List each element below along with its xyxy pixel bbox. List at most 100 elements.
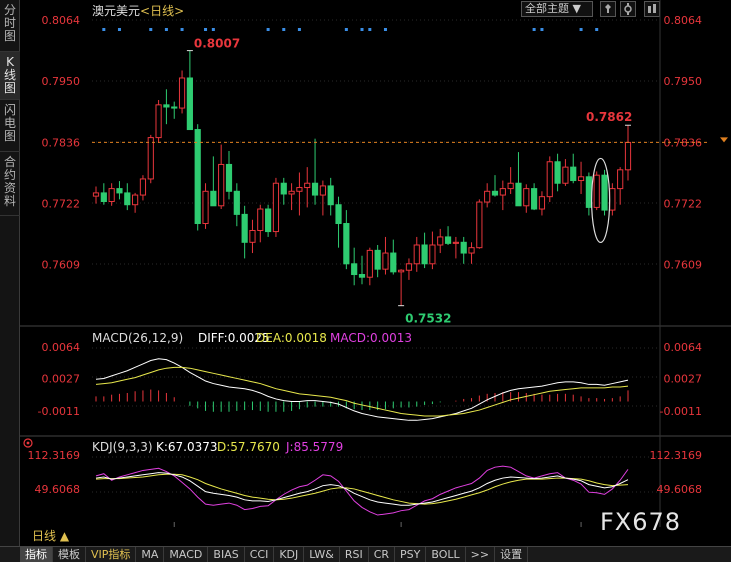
candle-body bbox=[351, 263, 358, 276]
candle-body bbox=[585, 176, 592, 208]
macd-dea-legend: DEA:0.0018 bbox=[256, 331, 327, 345]
kdj-tick-label-left: 112.3169 bbox=[28, 449, 81, 462]
candle-body bbox=[421, 244, 428, 265]
signal-dot-icon bbox=[117, 28, 121, 31]
toolbar-tab-6[interactable]: CCI bbox=[245, 547, 275, 562]
candle-body bbox=[476, 201, 483, 249]
toolbar-tab-2[interactable]: VIP指标 bbox=[86, 547, 137, 562]
candle-body bbox=[358, 274, 366, 278]
toolbar-tab-10[interactable]: CR bbox=[369, 547, 396, 562]
candle-body bbox=[280, 182, 287, 195]
price-tick-label-right: 0.7722 bbox=[664, 198, 703, 211]
toolbar-tab-11[interactable]: PSY bbox=[395, 547, 427, 562]
macd-title: MACD(26,12,9) bbox=[92, 331, 183, 345]
candle-body bbox=[272, 182, 280, 233]
price-tick-label-left: 0.7722 bbox=[42, 198, 81, 211]
tab-time-share[interactable]: 分时图 bbox=[0, 0, 20, 52]
toolbar-tab-8[interactable]: LW& bbox=[304, 547, 340, 562]
candle-body bbox=[609, 188, 616, 211]
candle-body bbox=[617, 169, 624, 190]
toolbar-tab-9[interactable]: RSI bbox=[340, 547, 369, 562]
price-tick-label-left: 0.7609 bbox=[42, 258, 81, 271]
candle-body bbox=[147, 137, 154, 180]
candle-body bbox=[257, 208, 264, 231]
candle-body bbox=[132, 194, 139, 206]
toolbar-tab-7[interactable]: KDJ bbox=[274, 547, 305, 562]
candle-body bbox=[390, 252, 397, 273]
price-tick-label-left: 0.7950 bbox=[42, 75, 81, 88]
signal-dot-icon bbox=[149, 28, 153, 31]
toolbar-tab-4[interactable]: MACD bbox=[164, 547, 209, 562]
signal-dot-icon bbox=[266, 28, 270, 31]
signal-dot-icon bbox=[540, 28, 544, 31]
price-tick-label-left: 0.8064 bbox=[42, 14, 81, 27]
kdj-k-legend: K:67.0373 bbox=[156, 440, 218, 454]
candle-body bbox=[624, 141, 632, 171]
candle-body bbox=[265, 208, 272, 233]
left-tab-bar: 分时图 K线图 闪电图 合约资料 bbox=[0, 0, 20, 546]
signal-dot-icon bbox=[282, 28, 286, 31]
candle-body bbox=[225, 163, 233, 192]
kdj-j-line bbox=[95, 465, 629, 516]
candle-body bbox=[366, 249, 373, 278]
toolbar-tab-12[interactable]: BOLL bbox=[426, 547, 466, 562]
indicator-toggle-icon[interactable] bbox=[23, 438, 33, 448]
candlestick-series bbox=[92, 50, 632, 307]
candle-body bbox=[405, 263, 413, 271]
candle-body bbox=[100, 192, 107, 202]
candle-body bbox=[155, 104, 162, 139]
last-price-marker-icon bbox=[720, 137, 728, 143]
price-tick-label-right: 0.7950 bbox=[664, 75, 703, 88]
candle-body bbox=[593, 174, 600, 208]
candle-body bbox=[186, 77, 193, 131]
toolbar-tab-1[interactable]: 模板 bbox=[53, 547, 86, 562]
toolbar-tab-0[interactable]: 指标 bbox=[20, 547, 53, 562]
candle-body bbox=[562, 166, 569, 184]
kdj-title: KDJ(9,3,3) bbox=[92, 440, 153, 454]
toolbar-tab-5[interactable]: BIAS bbox=[208, 547, 245, 562]
candle-body bbox=[327, 185, 334, 206]
tab-kline[interactable]: K线图 bbox=[0, 52, 20, 100]
last-annotation: 0.7862 bbox=[586, 110, 632, 124]
signal-dot-icon bbox=[211, 28, 215, 31]
candle-body bbox=[233, 190, 240, 215]
low-annotation: 0.7532 bbox=[405, 312, 451, 326]
macd-histogram bbox=[95, 389, 629, 412]
signal-dots bbox=[102, 28, 599, 31]
candle-body bbox=[523, 188, 530, 207]
candle-body bbox=[249, 229, 256, 243]
tab-contract-info[interactable]: 合约资料 bbox=[0, 152, 20, 216]
candle-body bbox=[335, 204, 342, 225]
signal-dot-icon bbox=[368, 28, 372, 31]
candle-body bbox=[531, 188, 538, 210]
tab-flash-label: 闪电图 bbox=[3, 103, 16, 143]
period-label[interactable]: 日线 ▲ bbox=[20, 527, 92, 546]
toolbar-tab-14[interactable]: 设置 bbox=[495, 547, 529, 562]
candle-body bbox=[241, 213, 248, 243]
price-tick-label-left: 0.7836 bbox=[42, 136, 81, 149]
macd-tick-label-right: 0.0027 bbox=[664, 372, 703, 385]
period-label-text: 日线 bbox=[32, 529, 57, 543]
signal-dot-icon bbox=[164, 28, 168, 31]
candle-body bbox=[570, 166, 577, 182]
candle-body bbox=[382, 252, 389, 270]
candle-body bbox=[288, 190, 295, 195]
macd-diff-line bbox=[95, 358, 629, 421]
toolbar-tab-13[interactable]: >> bbox=[466, 547, 496, 562]
chevron-up-icon: ▲ bbox=[59, 529, 70, 543]
candle-body bbox=[452, 241, 459, 244]
signal-dot-icon bbox=[180, 28, 184, 31]
chart-area[interactable]: 0.8064 0.80640.7950 0.79500.7836 0.78360.77… bbox=[20, 0, 731, 527]
macd-tick-label-left: -0.0011 bbox=[38, 405, 80, 418]
candle-body bbox=[491, 190, 499, 196]
signal-dot-icon bbox=[204, 28, 208, 31]
toolbar-tab-3[interactable]: MA bbox=[136, 547, 165, 562]
signal-dot-icon bbox=[383, 28, 387, 31]
macd-value-legend: MACD:0.0013 bbox=[330, 331, 412, 345]
price-tick-label-right: 0.7609 bbox=[664, 258, 703, 271]
high-annotation: 0.8007 bbox=[194, 37, 240, 51]
candle-body bbox=[171, 106, 178, 109]
candle-body bbox=[202, 190, 209, 225]
tab-flash[interactable]: 闪电图 bbox=[0, 100, 20, 152]
signal-dot-icon bbox=[595, 28, 599, 31]
